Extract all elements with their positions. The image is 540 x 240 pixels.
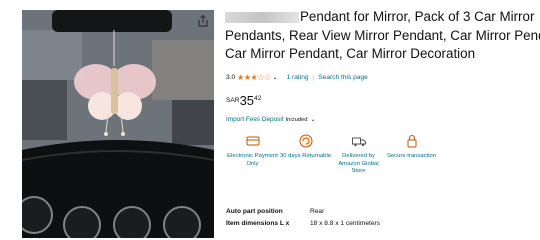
share-icon[interactable]	[196, 14, 210, 28]
rating-value: 3.0	[226, 74, 236, 81]
spec-value: 18 x 8.8 x 1 centimeters	[310, 220, 381, 228]
feature-delivered-by-amazon[interactable]: Delivered by Amazon Global Store	[332, 133, 385, 176]
price-fraction: 42	[254, 95, 262, 102]
spec-key: Item dimensions L x	[226, 220, 290, 228]
feature-badges: Electronic Payment Only 30 days Returnab…	[226, 133, 438, 176]
star-rating-icon[interactable]: ★★★☆☆	[237, 73, 271, 82]
card-icon	[246, 136, 259, 146]
title-line-3: Car Mirror Pendant, Car Mirror Decoratio…	[225, 46, 476, 61]
spec-row: Item dimensions L x 18 x 8.8 x 1 centime…	[226, 218, 380, 231]
import-fees-included: Included	[285, 116, 308, 123]
rating-row: 3.0 ★★★☆☆ ⌄ 1 rating | Search this page	[226, 73, 368, 82]
feature-returnable[interactable]: 30 days Returnable	[279, 133, 332, 176]
import-fees: Import Fees Deposit Included ⌄	[226, 116, 316, 123]
spec-value: Rear	[310, 207, 325, 215]
feature-label: Electronic Payment Only	[227, 153, 278, 167]
import-fees-link[interactable]: Import Fees Deposit	[226, 116, 284, 123]
feature-label: 30 days Returnable	[279, 153, 332, 159]
spec-key: Auto part position	[226, 207, 283, 215]
feature-label: Secure transaction	[386, 153, 437, 159]
feature-secure-transaction[interactable]: Secure transaction	[385, 133, 438, 176]
redacted-brand	[225, 11, 299, 23]
return-icon	[299, 134, 312, 148]
price: SAR 35 42	[226, 94, 261, 108]
search-this-page-link[interactable]: Search this page	[318, 74, 368, 81]
feature-electronic-payment[interactable]: Electronic Payment Only	[226, 133, 279, 176]
ratings-count-link[interactable]: 1 rating	[287, 74, 309, 81]
title-line-2: Pendants, Rear View Mirror Pendant, Car …	[225, 27, 540, 43]
separator: |	[312, 74, 315, 81]
chevron-down-icon[interactable]: ⌄	[310, 116, 315, 123]
product-specs: Auto part position Rear Item dimensions …	[226, 205, 380, 230]
title-line-1: Pendant for Mirror, Pack of 3 Car Mirror	[225, 8, 540, 27]
price-whole: 35	[239, 93, 255, 108]
chevron-down-icon[interactable]: ⌄	[273, 74, 278, 81]
product-title: Pendant for Mirror, Pack of 3 Car Mirror…	[225, 8, 540, 64]
lock-icon	[407, 135, 416, 148]
truck-icon	[351, 137, 366, 147]
spec-row: Auto part position Rear	[226, 205, 380, 218]
car-interior-photo	[22, 10, 214, 238]
product-image[interactable]	[22, 10, 214, 238]
feature-label: Delivered by Amazon Global Store	[338, 153, 379, 175]
price-currency: SAR	[226, 97, 240, 104]
